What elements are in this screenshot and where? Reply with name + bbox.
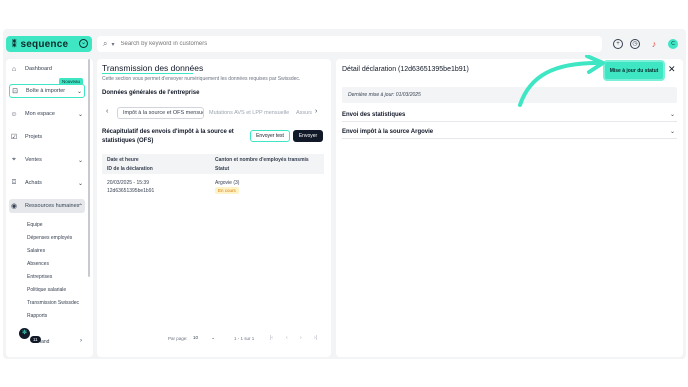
column-header: ID de la déclaration [107,166,153,172]
sidebar-subitem-swissdec[interactable]: Transmission Swissdec [27,300,79,306]
detail-title: Détail déclaration (12d63651395be1b91) [342,66,469,73]
row-canton: Argovie (3) [215,180,240,186]
sequence-logo-icon: ⁑ [12,38,17,49]
per-page-label: Par page: [168,336,188,341]
sidebar-item-sales[interactable]: ⌖ Ventes ⌄ [9,153,85,167]
search-bar[interactable]: ⌕ ▾ [97,36,602,52]
column-header: Date et heure [107,157,139,163]
sidebar-item-label: Projets [25,134,43,140]
send-test-button[interactable]: Envoyer test [250,130,290,142]
accordion-label: Envoi des statistiques [342,112,406,118]
sidebar-scrollbar[interactable] [88,59,90,277]
location-label: land [40,339,50,345]
recap-title: Récapitulatif des envois d'impôt à la so… [102,129,234,144]
annotation-arrow-icon [518,55,605,107]
sidebar-item-label: Ressources humaines [25,203,80,209]
chevron-down-icon: ⌄ [669,129,675,135]
chevron-down-icon[interactable]: ▾ [111,41,114,48]
column-header: Statut [215,166,230,172]
chevron-down-icon: ⌄ [211,335,216,340]
tab-insurance[interactable]: Assura [296,107,312,119]
check-square-icon: ☑ [10,134,18,141]
bell-icon[interactable]: ♪ [649,39,659,49]
sidebar-subitem-absences[interactable]: Absences [27,261,49,267]
title-underline [102,73,193,74]
next-page-icon[interactable]: › [300,335,302,341]
user-icon: ☺ [10,110,18,118]
sidebar-subitem-salary-policy[interactable]: Politique salariale [27,287,66,293]
section-title: Données générales de l'entreprise [102,90,200,96]
top-bar: ⁑ sequence ⌄ ⌕ ▾ + ◷ ♪ C [3,29,686,57]
brand-logo[interactable]: ⁑ sequence ⌄ [6,36,92,52]
tab-withholding-tax[interactable]: Impôt à la source et OFS mensuel [117,107,204,119]
last-page-icon[interactable]: ›| [314,335,317,341]
detail-panel [336,59,683,357]
inbox-icon: ⊡ [12,88,18,95]
sidebar-item-label: Ventes [25,157,42,163]
search-input[interactable] [120,41,421,47]
chevron-down-icon: ⌄ [76,88,82,95]
sidebar-item-human-resources[interactable]: ◉ Ressources humaines ⌃ [9,199,85,213]
last-update-text: Dernière mise à jour: 01/03/2025 [348,92,421,98]
sidebar-item-label: Boîte à importer [26,88,66,94]
sidebar-subitem-reports[interactable]: Rapports [27,313,47,319]
first-page-icon[interactable]: |‹ [270,335,273,341]
chevron-up-icon: ⌃ [77,203,83,210]
sidebar-item-import-box[interactable]: ⊡ Boîte à importer ⌄ [9,84,85,98]
last-update-banner: Dernière mise à jour: 01/03/2025 [342,87,677,103]
chevron-down-icon: ⌄ [669,112,675,118]
avatar[interactable]: C [668,39,678,49]
chevron-down-icon[interactable]: ⌄ [79,39,88,48]
sidebar-item-my-space[interactable]: ☺ Mon espace ⌄ [9,107,85,121]
add-icon[interactable]: + [613,39,623,49]
update-status-button[interactable]: Mise à jour du statut [605,62,663,79]
company-logo-icon: ✻ [19,328,30,339]
send-button[interactable]: Envoyer [293,130,323,142]
row-date[interactable]: 20/03/2025 - 15:39 [107,180,149,186]
page-description: Cette section vous permet d'envoyer numé… [102,76,301,82]
page-title: Transmission des données [102,63,204,73]
sidebar-subitem-expenses[interactable]: Dépenses employés [27,235,72,241]
accordion-withholding-argovie[interactable]: Envoi impôt à la source Argovie ⌄ [342,125,677,139]
chevron-right-icon[interactable]: › [80,338,82,344]
pagination-range: 1 - 1 sur 1 [234,336,255,341]
company-location[interactable]: land [40,339,49,345]
search-icon: ⌕ [103,39,108,48]
sidebar-item-projects[interactable]: ☑ Projets [9,130,85,144]
sidebar-subitem-salaries[interactable]: Salaires [27,248,45,254]
sidebar-subitem-companies[interactable]: Entreprises [27,274,52,280]
accordion-statistics[interactable]: Envoi des statistiques ⌄ [342,108,677,122]
chevron-left-icon[interactable]: ‹ [106,108,108,115]
row-declaration-id[interactable]: 12d63651395be1b91 [107,188,154,194]
column-header: Canton et nombre d'employés transmis [215,157,309,163]
tab-avs-lpp[interactable]: Mutations AVS et LPP mensuelles [209,107,289,119]
sidebar-item-label: Mon espace [25,111,55,117]
chevron-down-icon: ⌄ [77,111,83,118]
brand-name: sequence [20,38,69,50]
main-panel [97,59,331,357]
chevron-down-icon: ⌄ [77,157,83,164]
per-page-select[interactable]: 10 ⌄ [193,335,219,343]
home-icon: ⌂ [11,65,17,73]
sidebar-item-dashboard[interactable]: ⌂ Dashboard [9,62,85,76]
chevron-right-icon[interactable]: › [315,108,317,115]
sidebar-item-purchases[interactable]: ⌼ Achats ⌄ [9,176,85,190]
close-icon[interactable]: ✕ [668,64,676,75]
chevron-down-icon: ⌄ [77,180,83,187]
accordion-label: Envoi impôt à la source Argovie [342,129,434,135]
sidebar-item-label: Dashboard [25,66,52,72]
per-page-value: 10 [193,335,199,340]
history-icon[interactable]: ◷ [630,39,640,49]
people-icon: ◉ [10,203,18,210]
bag-icon: ⌼ [11,179,17,186]
sidebar-subitem-team[interactable]: Equipe [27,222,43,228]
prev-page-icon[interactable]: ‹ [286,335,288,341]
tag-icon: ⌖ [12,156,16,163]
sidebar-item-label: Achats [25,180,42,186]
status-badge: En cours [215,187,239,194]
